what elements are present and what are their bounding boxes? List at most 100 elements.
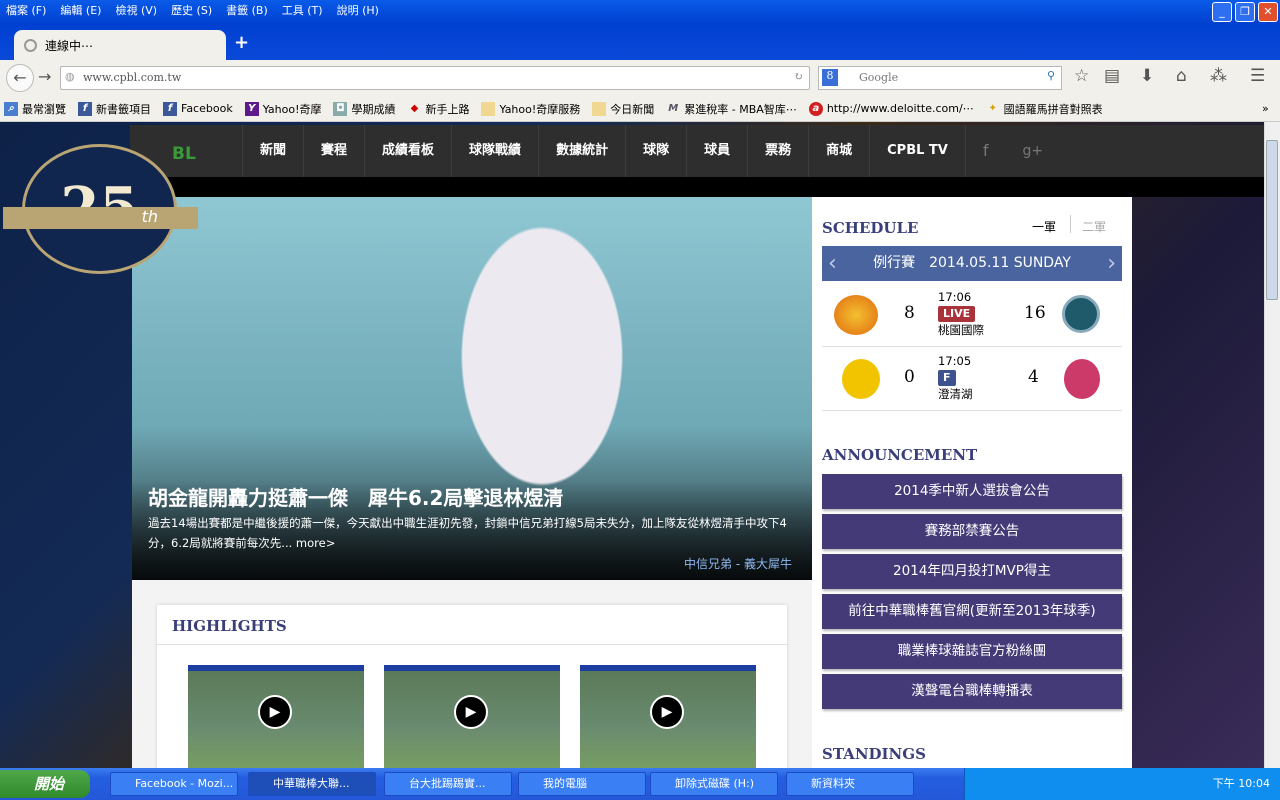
maximize-button[interactable]: ❐	[1235, 2, 1255, 22]
menu-tools[interactable]: 工具 (T)	[282, 2, 323, 18]
bookmark-news[interactable]: 今日新聞	[592, 101, 654, 117]
announcement-item[interactable]: 賽務部禁賽公告	[822, 514, 1122, 549]
menu-icon[interactable]: ☰	[1250, 66, 1265, 86]
reading-list-icon[interactable]: ▤	[1104, 66, 1120, 86]
menu-history[interactable]: 歷史 (S)	[171, 2, 212, 18]
nav-players[interactable]: 球員	[686, 125, 747, 177]
bookmark-grades[interactable]: ◘ 學期成績	[333, 101, 395, 117]
highlight-video[interactable]: ▶	[580, 665, 756, 768]
bookmark-label: 新手上路	[425, 102, 470, 116]
nav-news[interactable]: 新聞	[242, 125, 303, 177]
nav-stats[interactable]: 數據統計	[538, 125, 625, 177]
firefox-icon: ◆	[410, 102, 419, 114]
bookmark-deloitte[interactable]: a http://www.deloitte.com/⋯	[808, 101, 974, 116]
announcement-item[interactable]: 2014年四月投打MVP得主	[822, 554, 1122, 589]
google-engine-icon[interactable]: 8	[822, 69, 838, 86]
google-plus-icon[interactable]: g+	[1006, 125, 1061, 177]
tab-title: 連線中⋯	[45, 38, 94, 53]
bookmark-mba[interactable]: M 累進稅率 - MBA智库⋯	[666, 101, 797, 117]
yahoo-icon: Y	[244, 101, 259, 116]
back-button[interactable]: ←	[6, 64, 34, 92]
clock[interactable]: 下午 10:04	[1213, 777, 1270, 790]
bookmark-facebook[interactable]: f Facebook	[163, 101, 233, 116]
play-icon[interactable]: ▶	[650, 695, 684, 729]
announcement-item[interactable]: 職業棒球雜誌官方粉絲團	[822, 634, 1122, 669]
play-icon[interactable]: ▶	[258, 695, 292, 729]
menu-file[interactable]: 檔案 (F)	[6, 2, 46, 18]
hero-banner[interactable]: 胡金龍開轟力挺蕭一傑 犀牛6.2局擊退林煜清 過去14場出賽都是中繼後援的蕭一傑…	[132, 197, 812, 580]
nav-schedule[interactable]: 賽程	[303, 125, 364, 177]
search-input[interactable]: 8 Google ⚲	[818, 66, 1062, 90]
bookmark-getting-started[interactable]: ◆ 新手上路	[407, 101, 470, 117]
sync-icon[interactable]: ⁂	[1210, 66, 1227, 86]
nav-scoreboard[interactable]: 成績看板	[364, 125, 451, 177]
announcement-item[interactable]: 漢聲電台職棒轉播表	[822, 674, 1122, 709]
star-icon[interactable]: ☆	[1074, 66, 1089, 86]
highlight-video[interactable]: ▶	[384, 665, 560, 768]
announcement-item[interactable]: 2014季中新人選拔會公告	[822, 474, 1122, 509]
hero-title[interactable]: 胡金龍開轟力挺蕭一傑 犀牛6.2局擊退林煜清	[148, 482, 563, 511]
taskbar-item[interactable]: 台大批踢踢實...	[384, 772, 512, 796]
scrollbar-thumb[interactable]	[1266, 140, 1278, 300]
reload-icon[interactable]: ↻	[794, 70, 803, 83]
bookmark-label: 累進稅率 - MBA智库⋯	[684, 102, 797, 116]
cpbl-25th-logo[interactable]: 25 th	[3, 144, 198, 274]
nav-cpbl-tv[interactable]: CPBL TV	[869, 125, 966, 177]
close-button[interactable]: ✕	[1258, 2, 1278, 22]
divider	[157, 644, 787, 645]
url-input[interactable]: www.cpbl.com.tw ◍ ↻	[60, 66, 810, 90]
home-icon[interactable]: ⌂	[1176, 66, 1187, 86]
nav-standings[interactable]: 球隊戰績	[451, 125, 538, 177]
lions-logo	[834, 295, 878, 335]
forward-button[interactable]: →	[38, 67, 51, 86]
menu-edit[interactable]: 編輯 (E)	[60, 2, 101, 18]
hero-description: 過去14場出賽都是中繼後援的蕭一傑，今天獻出中職生涯初先發，封鎖中信兄弟打線5局…	[148, 513, 798, 553]
folder-icon: ⌕	[4, 101, 18, 116]
bookmark-yahoo[interactable]: Y Yahoo!奇摩	[244, 101, 322, 117]
search-icon[interactable]: ⚲	[1047, 69, 1055, 82]
browser-tab[interactable]: 連線中⋯	[14, 30, 226, 60]
announcement-item[interactable]: 前往中華職棒舊官網(更新至2013年球季)	[822, 594, 1122, 629]
folder-icon	[481, 101, 496, 116]
nav-teams[interactable]: 球隊	[625, 125, 686, 177]
bookmark-yahoo-services[interactable]: Yahoo!奇摩服務	[481, 101, 580, 117]
minimize-button[interactable]: _	[1212, 2, 1232, 22]
bookmark-label: http://www.deloitte.com/⋯	[826, 102, 974, 115]
loading-icon	[24, 38, 37, 52]
more-link[interactable]: more>	[296, 536, 335, 550]
bookmarks-overflow-button[interactable]: »	[1262, 102, 1269, 115]
taskbar-item[interactable]: 新資料夾	[786, 772, 914, 796]
menu-view[interactable]: 檢視 (V)	[115, 2, 157, 18]
highlight-video[interactable]: ▶	[188, 665, 364, 768]
taskbar-item[interactable]: Facebook - Mozi...	[110, 772, 238, 796]
game-row[interactable]: 0 17:05 F 澄清湖 4	[822, 347, 1122, 411]
menu-bookmarks[interactable]: 書籤 (B)	[226, 2, 268, 18]
bookmarks-toolbar: ⌕ 最常瀏覽 f 新書籤項目 f Facebook Y Yahoo!奇摩 ◘ 學期成績 ◆…	[0, 96, 1280, 122]
hero-teams[interactable]: 中信兄弟 - 義大犀牛	[684, 555, 792, 572]
start-button[interactable]: 開始	[0, 770, 90, 798]
bookmark-most-visited[interactable]: ⌕ 最常瀏覽	[4, 101, 66, 117]
next-day-arrow-icon[interactable]: ›	[1107, 246, 1116, 281]
taskbar-item[interactable]: 中華職棒大聯...	[248, 772, 376, 796]
taskbar-item[interactable]: 卸除式磁碟 (H:)	[650, 772, 778, 796]
tab-first-team[interactable]: 一軍	[1032, 218, 1056, 235]
nav-shop[interactable]: 商城	[808, 125, 869, 177]
bookmark-pinyin[interactable]: ✦ 國語羅馬拼音對照表	[986, 101, 1102, 117]
bookmark-label: Facebook	[181, 102, 233, 115]
bookmark-label: Yahoo!奇摩	[262, 102, 322, 116]
menu-help[interactable]: 說明 (H)	[337, 2, 379, 18]
bookmark-label: 新書籤項目	[96, 102, 151, 116]
game-row[interactable]: 8 17:06 LIVE 桃園國際 16	[822, 283, 1122, 347]
standings-title: STANDINGS	[822, 745, 926, 763]
tab-second-team[interactable]: 二軍	[1082, 218, 1106, 235]
prev-day-arrow-icon[interactable]: ‹	[828, 246, 837, 281]
play-icon[interactable]: ▶	[454, 695, 488, 729]
nav-spacer	[130, 177, 1264, 197]
nav-tickets[interactable]: 票務	[747, 125, 808, 177]
new-tab-button[interactable]: +	[234, 32, 249, 53]
hero-desc-text: 過去14場出賽都是中繼後援的蕭一傑，今天獻出中職生涯初先發，封鎖中信兄弟打線5局…	[148, 516, 787, 550]
facebook-icon[interactable]: f	[966, 125, 1006, 177]
bookmark-new[interactable]: f 新書籤項目	[78, 101, 151, 117]
download-icon[interactable]: ⬇	[1140, 66, 1154, 86]
taskbar-item[interactable]: 我的電腦	[518, 772, 646, 796]
